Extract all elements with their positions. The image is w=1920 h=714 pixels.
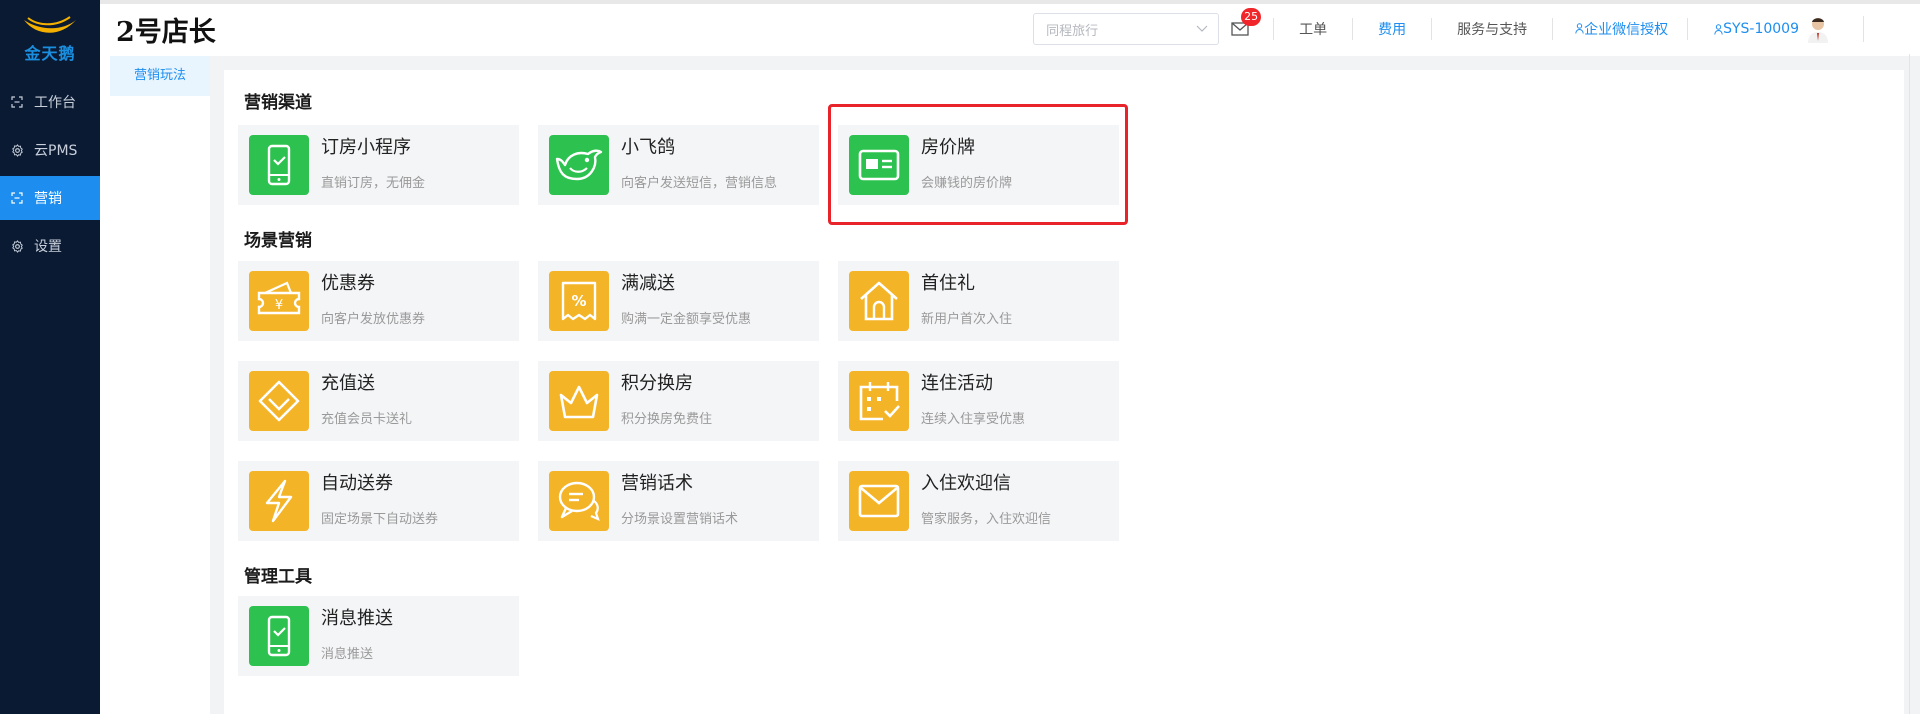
card-desc: 消息推送	[321, 647, 374, 662]
card-name: 首住礼	[921, 273, 975, 294]
card-booking-miniprogram[interactable]: 订房小程序 直销订房，无佣金	[238, 125, 519, 205]
svg-text:%: %	[571, 292, 586, 310]
card-name: 充值送	[321, 373, 375, 394]
card-name: 订房小程序	[321, 137, 411, 158]
support-link[interactable]: 服务与支持	[1432, 19, 1552, 39]
chat-icon	[549, 471, 609, 531]
house-icon	[849, 271, 909, 331]
card-desc: 直销订房，无佣金	[321, 176, 426, 191]
sidebar-item-settings[interactable]: 设置	[0, 224, 100, 268]
phone-check-icon	[249, 135, 309, 195]
main-content: 营销渠道 订房小程序 直销订房，无佣金 小飞鸽 向客户发送短信，营销信息 房价牌…	[224, 70, 1904, 714]
grid-icon	[10, 95, 24, 109]
swoosh-logo-icon	[24, 16, 76, 33]
card-desc: 分场景设置营销话术	[621, 512, 739, 527]
card-name: 入住欢迎信	[921, 473, 1011, 494]
card-desc: 固定场景下自动送券	[321, 512, 439, 527]
percent-icon: %	[549, 271, 609, 331]
sidebar-item-cloud-pms[interactable]: 云PMS	[0, 128, 100, 172]
card-points-exchange[interactable]: 积分换房 积分换房免费住	[538, 361, 819, 441]
card-auto-coupon[interactable]: 自动送券 固定场景下自动送券	[238, 461, 519, 541]
sidebar-item-workbench[interactable]: 工作台	[0, 80, 100, 124]
divider	[1863, 16, 1864, 42]
bird-icon	[549, 135, 609, 195]
phone-check-icon	[249, 606, 309, 666]
logo-text: 金天鹅	[24, 44, 76, 63]
card-name: 小飞鸽	[621, 137, 675, 158]
card-xiaofeige[interactable]: 小飞鸽 向客户发送短信，营销信息	[538, 125, 819, 205]
sidebar-item-label: 营销	[34, 191, 62, 207]
sidebar-item-marketing[interactable]: 营销	[0, 176, 100, 220]
user-menu[interactable]: SYS-10009	[1688, 15, 1845, 43]
card-name: 满减送	[621, 273, 675, 294]
avatar	[1808, 18, 1828, 43]
card-desc: 向客户发送短信，营销信息	[621, 176, 778, 191]
svg-text:¥: ¥	[275, 298, 283, 313]
card-marketing-script[interactable]: 营销话术 分场景设置营销话术	[538, 461, 819, 541]
coupon-icon: ¥	[249, 271, 309, 331]
grid-icon	[10, 191, 24, 205]
card-coupon[interactable]: ¥ 优惠券 向客户发放优惠券	[238, 261, 519, 341]
card-desc: 充值会员卡送礼	[321, 412, 413, 427]
tab-marketing-play[interactable]: 营销玩法	[110, 56, 210, 96]
logo[interactable]: 金天鹅	[0, 0, 100, 76]
page-title: 2号店长	[116, 16, 216, 48]
card-recharge-gift[interactable]: 充值送 充值会员卡送礼	[238, 361, 519, 441]
card-desc: 连续入住享受优惠	[921, 412, 1026, 427]
card-desc: 新用户首次入住	[921, 312, 1013, 327]
scroll-track	[1909, 54, 1910, 714]
card-welcome-letter[interactable]: 入住欢迎信 管家服务，入住欢迎信	[838, 461, 1119, 541]
gear-icon	[10, 239, 24, 253]
mail-button[interactable]: 25	[1231, 8, 1262, 40]
card-desc: 购满一定金额享受优惠	[621, 312, 752, 327]
sidebar-item-label: 设置	[34, 239, 62, 255]
card-desc: 管家服务，入住欢迎信	[921, 512, 1052, 527]
card-name: 消息推送	[321, 608, 393, 629]
fees-link[interactable]: 费用	[1353, 19, 1431, 39]
sidebar: 金天鹅 工作台 云PMS 营销 设置	[0, 0, 100, 714]
section-title-channels: 营销渠道	[244, 93, 312, 113]
notification-badge: 25	[1241, 8, 1262, 26]
card-name: 自动送券	[321, 473, 393, 494]
subnav: 营销玩法	[110, 56, 210, 714]
card-name: 连住活动	[921, 373, 993, 394]
chevron-down-icon	[1196, 25, 1208, 32]
channel-select-placeholder: 同程旅行	[1046, 23, 1099, 39]
header: 2号店长 同程旅行 25 工单 费用 服务与支持 企业微信授权 SYS-1000…	[100, 4, 1920, 54]
sidebar-item-label: 工作台	[34, 95, 76, 111]
user-name: SYS-10009	[1723, 21, 1799, 37]
calendar-icon	[849, 371, 909, 431]
card-first-stay-gift[interactable]: 首住礼 新用户首次入住	[838, 261, 1119, 341]
card-desc: 积分换房免费住	[621, 412, 713, 427]
ticket-link[interactable]: 工单	[1274, 19, 1352, 39]
card-discount-gift[interactable]: % 满减送 购满一定金额享受优惠	[538, 261, 819, 341]
user-icon	[1714, 23, 1723, 35]
card-name: 积分换房	[621, 373, 693, 394]
wechat-auth-label: 企业微信授权	[1584, 22, 1669, 38]
card-name: 营销话术	[621, 473, 693, 494]
wechat-auth-link[interactable]: 企业微信授权	[1553, 19, 1687, 39]
card-name: 优惠券	[321, 273, 375, 294]
diamond-icon	[249, 371, 309, 431]
card-consecutive-stay[interactable]: 连住活动 连续入住享受优惠	[838, 361, 1119, 441]
channel-select[interactable]: 同程旅行	[1033, 13, 1220, 45]
card-message-push[interactable]: 消息推送 消息推送	[238, 596, 519, 676]
section-title-scenario: 场景营销	[244, 231, 312, 251]
header-right: 同程旅行 25 工单 费用 服务与支持 企业微信授权 SYS-10009	[1033, 4, 1920, 54]
user-icon	[1575, 23, 1584, 34]
envelope-icon	[849, 471, 909, 531]
sidebar-item-label: 云PMS	[34, 143, 78, 159]
card-desc: 向客户发放优惠券	[321, 312, 426, 327]
crown-icon	[549, 371, 609, 431]
section-title-tools: 管理工具	[244, 567, 312, 587]
gear-icon	[10, 143, 24, 157]
lightning-icon	[249, 471, 309, 531]
highlight-box	[828, 104, 1128, 225]
